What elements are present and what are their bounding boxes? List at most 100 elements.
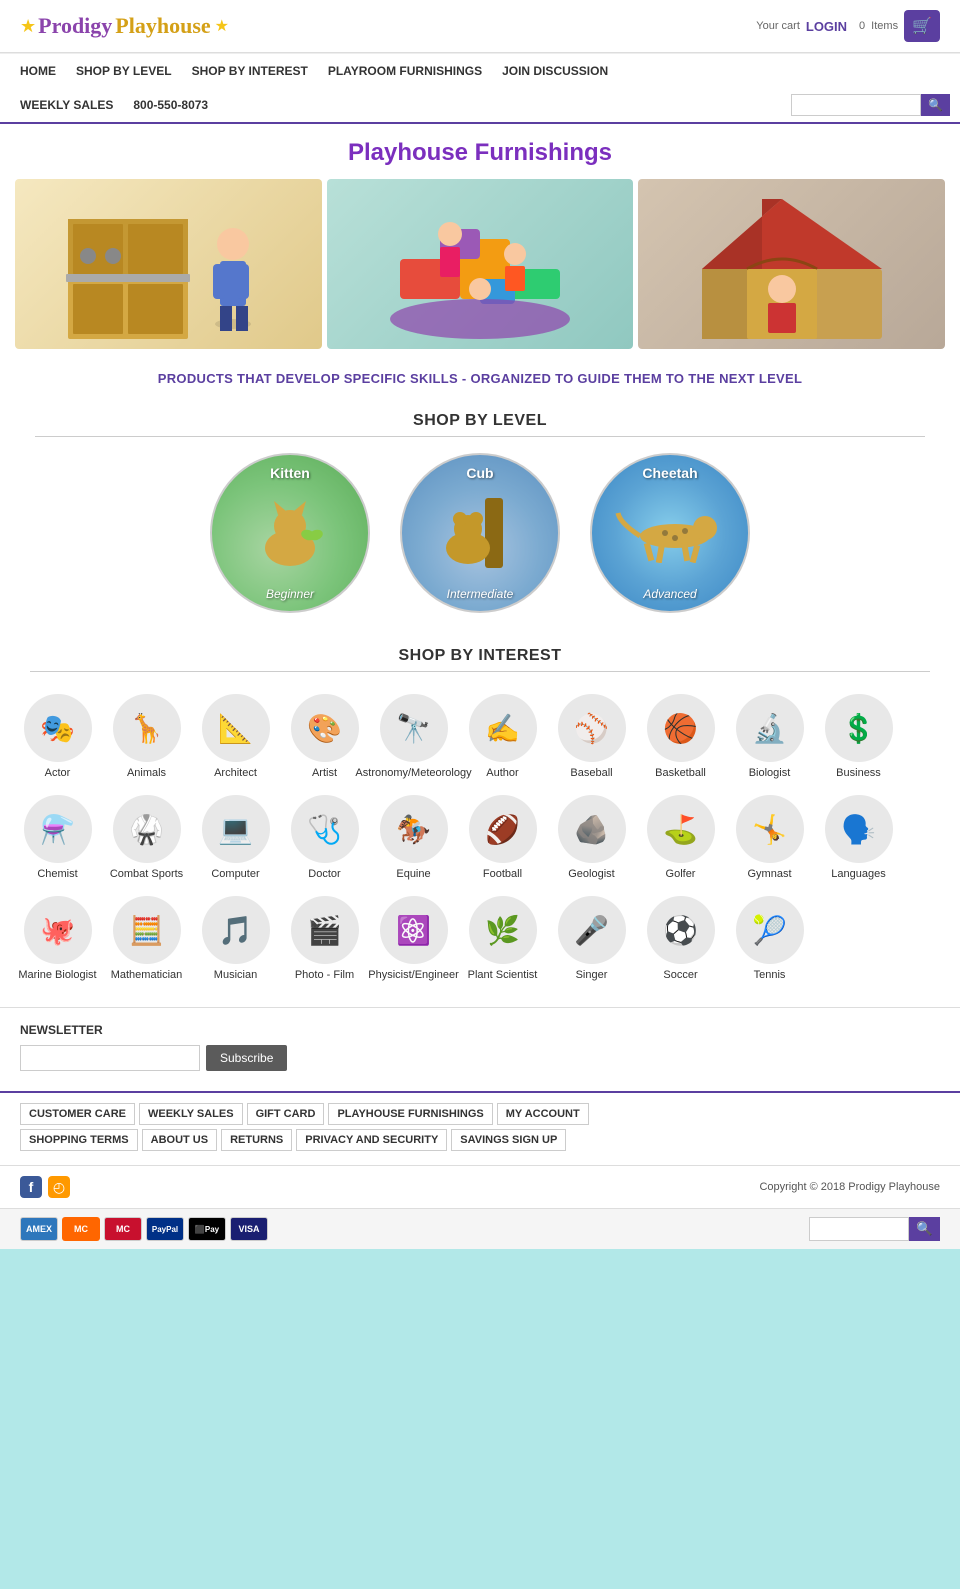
interest-item-combat-sports[interactable]: 🥋 Combat Sports bbox=[104, 789, 189, 886]
logo-playhouse: Playhouse bbox=[115, 13, 210, 39]
interest-icon-soccer: ⚽ bbox=[647, 896, 715, 964]
hero-section: Playhouse Furnishings bbox=[0, 124, 960, 359]
interest-item-tennis[interactable]: 🎾 Tennis bbox=[727, 890, 812, 987]
interest-item-mathematician[interactable]: 🧮 Mathematician bbox=[104, 890, 189, 987]
nav-weekly-sales[interactable]: WEEKLY SALES bbox=[10, 88, 123, 122]
interest-label-languages: Languages bbox=[831, 868, 885, 880]
interest-icon-astronomy: 🔭 bbox=[380, 694, 448, 762]
tagline-bar: PRODUCTS THAT DEVELOP SPECIFIC SKILLS - … bbox=[0, 359, 960, 398]
interest-item-plant-scientist[interactable]: 🌿 Plant Scientist bbox=[460, 890, 545, 987]
items-count: 0 bbox=[859, 20, 865, 32]
interest-item-chemist[interactable]: ⚗️ Chemist bbox=[15, 789, 100, 886]
footer-link-gift-card[interactable]: GIFT CARD bbox=[247, 1103, 325, 1125]
interest-item-musician[interactable]: 🎵 Musician bbox=[193, 890, 278, 987]
hero-image-tent[interactable] bbox=[638, 179, 945, 349]
facebook-icon[interactable]: f bbox=[20, 1176, 42, 1198]
kitten-bottom-label: Beginner bbox=[266, 587, 314, 601]
interest-item-biologist[interactable]: 🔬 Biologist bbox=[727, 688, 812, 785]
newsletter-section: NEWSLETTER Subscribe bbox=[0, 1007, 960, 1091]
header: ★ Prodigy Playhouse ★ Your cart LOGIN 0 … bbox=[0, 0, 960, 53]
interest-item-doctor[interactable]: 🩺 Doctor bbox=[282, 789, 367, 886]
interest-item-physicist[interactable]: ⚛️ Physicist/Engineer bbox=[371, 890, 456, 987]
footer-link-customer-care[interactable]: CUSTOMER CARE bbox=[20, 1103, 135, 1125]
logo[interactable]: ★ Prodigy Playhouse ★ bbox=[20, 13, 229, 39]
cart-icon[interactable]: 🛒 bbox=[904, 10, 940, 42]
footer-link-returns[interactable]: RETURNS bbox=[221, 1129, 292, 1151]
tagline-text: PRODUCTS THAT DEVELOP SPECIFIC SKILLS - … bbox=[15, 371, 945, 386]
interest-item-astronomy[interactable]: 🔭 Astronomy/Meteorology bbox=[371, 688, 456, 785]
level-cheetah[interactable]: Cheetah bbox=[590, 453, 750, 613]
interest-item-photo-film[interactable]: 🎬 Photo - Film bbox=[282, 890, 367, 987]
interest-label-photo-film: Photo - Film bbox=[295, 969, 354, 981]
footer-link-about-us[interactable]: ABOUT US bbox=[142, 1129, 217, 1151]
main-content: Playhouse Furnishings bbox=[0, 124, 960, 1249]
payment-paypal: PayPal bbox=[146, 1217, 184, 1241]
footer-link-shopping-terms[interactable]: SHOPPING TERMS bbox=[20, 1129, 138, 1151]
interest-item-computer[interactable]: 💻 Computer bbox=[193, 789, 278, 886]
interest-icon-animals: 🦒 bbox=[113, 694, 181, 762]
interest-item-author[interactable]: ✍️ Author bbox=[460, 688, 545, 785]
level-kitten[interactable]: Kitten Beginner bbox=[210, 453, 370, 613]
payment-amex: AMEX bbox=[20, 1217, 58, 1241]
shop-by-level-title: SHOP BY LEVEL bbox=[15, 398, 945, 436]
interest-item-golfer[interactable]: ⛳ Golfer bbox=[638, 789, 723, 886]
interest-label-business: Business bbox=[836, 767, 881, 779]
interest-item-football[interactable]: 🏈 Football bbox=[460, 789, 545, 886]
footer-link-playhouse-furnishings[interactable]: PLAYHOUSE FURNISHINGS bbox=[328, 1103, 492, 1125]
interest-icon-plant-scientist: 🌿 bbox=[469, 896, 537, 964]
footer-link-savings-sign-up[interactable]: SAVINGS SIGN UP bbox=[451, 1129, 566, 1151]
nav-shop-by-interest[interactable]: SHOP BY INTEREST bbox=[182, 54, 318, 88]
footer-link-privacy-and-security[interactable]: PRIVACY AND SECURITY bbox=[296, 1129, 447, 1151]
nav-join-discussion[interactable]: JOIN DISCUSSION bbox=[492, 54, 618, 88]
interest-item-soccer[interactable]: ⚽ Soccer bbox=[638, 890, 723, 987]
nav-phone: 800-550-8073 bbox=[123, 88, 218, 122]
interest-icon-mathematician: 🧮 bbox=[113, 896, 181, 964]
shop-by-level-section: SHOP BY LEVEL Kitten bbox=[0, 398, 960, 633]
interest-item-equine[interactable]: 🏇 Equine bbox=[371, 789, 456, 886]
newsletter-input[interactable] bbox=[20, 1045, 200, 1071]
footer-nav-row2: SHOPPING TERMSABOUT USRETURNSPRIVACY AND… bbox=[20, 1129, 940, 1151]
interest-item-baseball[interactable]: ⚾ Baseball bbox=[549, 688, 634, 785]
interest-label-gymnast: Gymnast bbox=[747, 868, 791, 880]
interest-item-basketball[interactable]: 🏀 Basketball bbox=[638, 688, 723, 785]
interest-icon-musician: 🎵 bbox=[202, 896, 270, 964]
interest-label-actor: Actor bbox=[45, 767, 71, 779]
hero-image-kitchen[interactable] bbox=[15, 179, 322, 349]
interest-item-animals[interactable]: 🦒 Animals bbox=[104, 688, 189, 785]
search-input[interactable] bbox=[791, 94, 921, 116]
footer-bottom: f ◴ Copyright © 2018 Prodigy Playhouse bbox=[0, 1166, 960, 1208]
nav-playroom-furnishings[interactable]: PLAYROOM FURNISHINGS bbox=[318, 54, 492, 88]
subscribe-button[interactable]: Subscribe bbox=[206, 1045, 287, 1071]
interest-item-languages[interactable]: 🗣️ Languages bbox=[816, 789, 901, 886]
login-button[interactable]: LOGIN bbox=[806, 19, 847, 34]
newsletter-title: NEWSLETTER bbox=[20, 1023, 940, 1037]
interest-icon-biologist: 🔬 bbox=[736, 694, 804, 762]
interest-item-geologist[interactable]: 🪨 Geologist bbox=[549, 789, 634, 886]
interest-item-architect[interactable]: 📐 Architect bbox=[193, 688, 278, 785]
interest-icon-actor: 🎭 bbox=[24, 694, 92, 762]
logo-prodigy: Prodigy bbox=[38, 13, 112, 39]
interest-item-actor[interactable]: 🎭 Actor bbox=[15, 688, 100, 785]
interest-item-business[interactable]: 💲 Business bbox=[816, 688, 901, 785]
interest-item-gymnast[interactable]: 🤸 Gymnast bbox=[727, 789, 812, 886]
interest-label-tennis: Tennis bbox=[754, 969, 786, 981]
nav-shop-by-level[interactable]: SHOP BY LEVEL bbox=[66, 54, 182, 88]
payment-search-button[interactable]: 🔍 bbox=[909, 1217, 940, 1241]
interest-item-marine-biologist[interactable]: 🐙 Marine Biologist bbox=[15, 890, 100, 987]
payment-footer: AMEX MC MC PayPal ⬛Pay VISA 🔍 bbox=[0, 1208, 960, 1249]
footer-link-weekly-sales[interactable]: WEEKLY SALES bbox=[139, 1103, 243, 1125]
nav-home[interactable]: HOME bbox=[10, 54, 66, 88]
rss-icon[interactable]: ◴ bbox=[48, 1176, 70, 1198]
interest-icon-business: 💲 bbox=[825, 694, 893, 762]
interest-item-artist[interactable]: 🎨 Artist bbox=[282, 688, 367, 785]
interest-icon-geologist: 🪨 bbox=[558, 795, 626, 863]
cub-top-label: Cub bbox=[466, 465, 493, 481]
interest-icon-singer: 🎤 bbox=[558, 896, 626, 964]
hero-image-foam[interactable] bbox=[327, 179, 634, 349]
level-cub[interactable]: Cub Intermediate bbox=[400, 453, 560, 613]
search-button[interactable]: 🔍 bbox=[921, 94, 950, 116]
interest-icon-marine-biologist: 🐙 bbox=[24, 896, 92, 964]
payment-search-input[interactable] bbox=[809, 1217, 909, 1241]
interest-item-singer[interactable]: 🎤 Singer bbox=[549, 890, 634, 987]
footer-link-my-account[interactable]: MY ACCOUNT bbox=[497, 1103, 589, 1125]
